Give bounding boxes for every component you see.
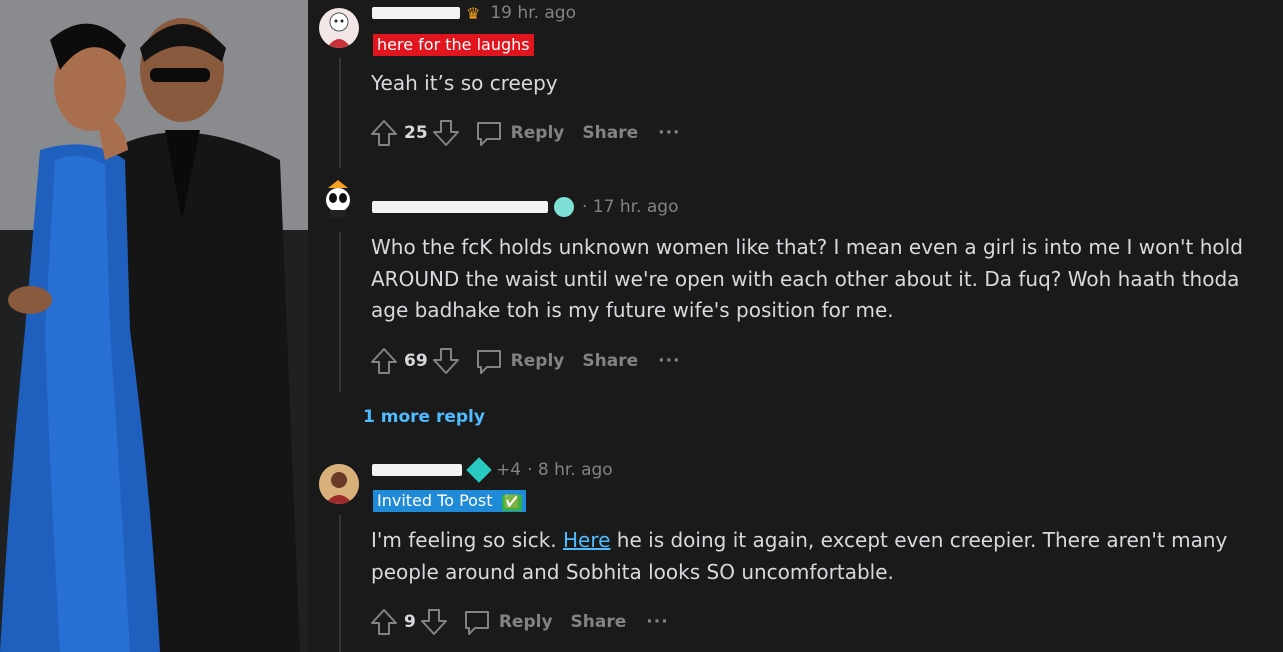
reply-label: Reply xyxy=(510,351,565,371)
username-redacted[interactable] xyxy=(372,464,462,476)
reply-button[interactable]: Reply xyxy=(474,346,565,376)
comment-actions: 9 Reply Share ··· xyxy=(370,607,669,637)
avatar-image xyxy=(319,464,359,504)
upvote-icon[interactable] xyxy=(370,118,398,148)
comment-body: Yeah it’s so creepy xyxy=(371,71,558,95)
flair-text: Invited To Post xyxy=(377,491,493,510)
vote-count: 25 xyxy=(404,123,428,143)
reply-label: Reply xyxy=(510,123,565,143)
thread-line[interactable] xyxy=(339,515,341,652)
comment-time: · 8 hr. ago xyxy=(527,460,613,480)
comment-meta: +4 · 8 hr. ago xyxy=(372,457,613,483)
achievement-icon xyxy=(554,197,574,217)
downvote-icon[interactable] xyxy=(432,118,460,148)
comment-time: · 17 hr. ago xyxy=(582,197,679,217)
comment-actions: 25 Reply Share ··· xyxy=(370,118,680,148)
share-button[interactable]: Share xyxy=(571,612,627,632)
downvote-icon[interactable] xyxy=(432,346,460,376)
check-emoji: ✅ xyxy=(501,495,522,511)
username-redacted[interactable] xyxy=(372,7,460,19)
comment-time: 19 hr. ago xyxy=(490,3,576,23)
vote-count: 69 xyxy=(404,351,428,371)
comment-text: I'm feeling so sick. xyxy=(371,528,564,552)
avatar-image xyxy=(327,12,351,48)
comment-icon xyxy=(476,350,501,374)
overflow-icon[interactable]: ··· xyxy=(658,351,680,371)
comment-body: Who the fcK holds unknown women like tha… xyxy=(371,235,1243,322)
comment-icon xyxy=(464,611,489,635)
downvote-icon[interactable] xyxy=(420,607,448,637)
username-redacted[interactable] xyxy=(372,201,548,213)
post-image[interactable] xyxy=(0,0,308,652)
comment-actions: 69 Reply Share ··· xyxy=(370,346,680,376)
comment-meta: · 17 hr. ago xyxy=(372,197,678,217)
comment-body: I'm feeling so sick. Here he is doing it… xyxy=(371,525,1276,588)
vote-count: 9 xyxy=(404,612,416,632)
upvote-icon[interactable] xyxy=(370,607,398,637)
overflow-icon[interactable]: ··· xyxy=(658,123,680,143)
avatar-image xyxy=(326,180,350,218)
crown-icon: ♛ xyxy=(466,3,481,23)
user-flair: Invited To Post ✅ xyxy=(373,490,526,512)
user-flair: here for the laughs xyxy=(373,34,534,56)
thread-line[interactable] xyxy=(339,58,341,168)
comment-link[interactable]: Here xyxy=(563,528,610,552)
post-image-illustration xyxy=(0,0,308,652)
overflow-icon[interactable]: ··· xyxy=(646,612,668,632)
share-button[interactable]: Share xyxy=(582,351,638,371)
gem-icon xyxy=(466,457,492,483)
thread-line[interactable] xyxy=(339,232,341,392)
reply-button[interactable]: Reply xyxy=(462,607,553,637)
share-button[interactable]: Share xyxy=(582,123,638,143)
avatar[interactable] xyxy=(318,178,358,218)
avatar[interactable] xyxy=(319,8,359,48)
upvote-icon[interactable] xyxy=(370,346,398,376)
avatar[interactable] xyxy=(319,464,359,504)
comment-meta: ♛ 19 hr. ago xyxy=(372,3,576,23)
reply-label: Reply xyxy=(498,612,553,632)
more-replies-link[interactable]: 1 more reply xyxy=(363,407,485,427)
comment-icon xyxy=(476,122,501,146)
karma-count: +4 xyxy=(496,460,522,480)
reply-button[interactable]: Reply xyxy=(474,118,565,148)
